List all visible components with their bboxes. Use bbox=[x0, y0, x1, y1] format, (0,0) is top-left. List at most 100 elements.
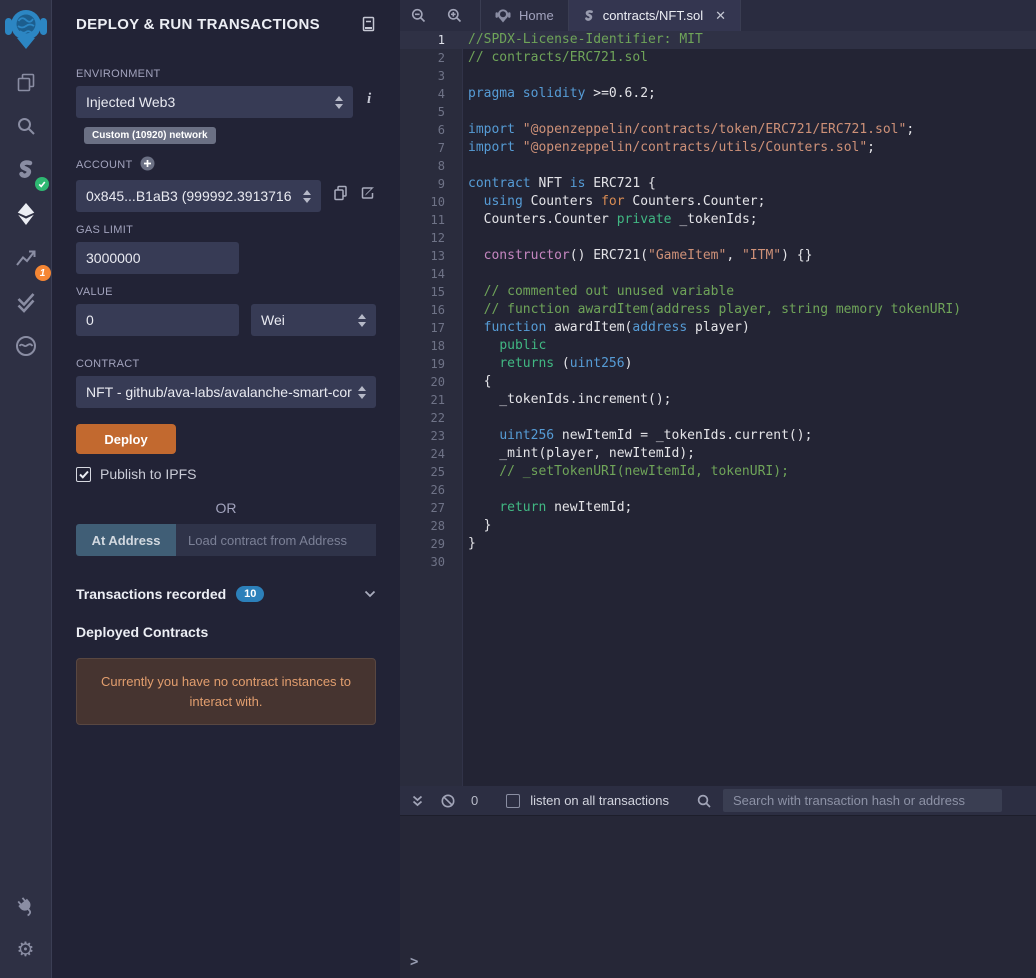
code-line[interactable]: 20 { bbox=[400, 373, 1036, 391]
line-number[interactable]: 2 bbox=[400, 49, 463, 67]
line-number[interactable]: 6 bbox=[400, 121, 463, 139]
line-number[interactable]: 4 bbox=[400, 85, 463, 103]
listen-all-transactions-checkbox[interactable] bbox=[506, 794, 520, 808]
value-input[interactable]: 0 bbox=[76, 304, 239, 336]
code-line[interactable]: 28 } bbox=[400, 517, 1036, 535]
line-number[interactable]: 25 bbox=[400, 463, 463, 481]
code-line[interactable]: 3 bbox=[400, 67, 1036, 85]
line-number[interactable]: 5 bbox=[400, 103, 463, 121]
line-number[interactable]: 23 bbox=[400, 427, 463, 445]
contract-select[interactable]: NFT - github/ava-labs/avalanche-smart-co… bbox=[76, 376, 376, 408]
code-line[interactable]: 14 bbox=[400, 265, 1036, 283]
line-number[interactable]: 29 bbox=[400, 535, 463, 553]
tab-contracts-nft-sol[interactable]: contracts/NFT.sol ✕ bbox=[569, 0, 741, 31]
line-number[interactable]: 21 bbox=[400, 391, 463, 409]
code-line[interactable]: 19 returns (uint256) bbox=[400, 355, 1036, 373]
line-number[interactable]: 28 bbox=[400, 517, 463, 535]
code-line[interactable]: 21 _tokenIds.increment(); bbox=[400, 391, 1036, 409]
gas-limit-input[interactable]: 3000000 bbox=[76, 242, 239, 274]
debugger-icon[interactable] bbox=[0, 324, 52, 368]
line-number[interactable]: 3 bbox=[400, 67, 463, 85]
line-number[interactable]: 22 bbox=[400, 409, 463, 427]
code-line[interactable]: 11 Counters.Counter private _tokenIds; bbox=[400, 211, 1036, 229]
code-line[interactable]: 8 bbox=[400, 157, 1036, 175]
code-line[interactable]: 24 _mint(player, newItemId); bbox=[400, 445, 1036, 463]
clear-console-icon[interactable] bbox=[441, 794, 455, 808]
account-select[interactable]: 0x845...B1aB3 (999992.3913716 bbox=[76, 180, 321, 212]
line-number[interactable]: 24 bbox=[400, 445, 463, 463]
line-number[interactable]: 9 bbox=[400, 175, 463, 193]
code-line[interactable]: 1//SPDX-License-Identifier: MIT bbox=[400, 31, 1036, 49]
tab-home[interactable]: Home bbox=[480, 0, 569, 31]
environment-select[interactable]: Injected Web3 bbox=[76, 86, 353, 118]
line-number[interactable]: 14 bbox=[400, 265, 463, 283]
deploy-and-run-icon[interactable] bbox=[0, 192, 52, 236]
at-address-button[interactable]: At Address bbox=[76, 524, 176, 556]
code-line[interactable]: 2// contracts/ERC721.sol bbox=[400, 49, 1036, 67]
code-line[interactable]: 18 public bbox=[400, 337, 1036, 355]
line-number[interactable]: 15 bbox=[400, 283, 463, 301]
code-line[interactable]: 22 bbox=[400, 409, 1036, 427]
code-line[interactable]: 13 constructor() ERC721("GameItem", "ITM… bbox=[400, 247, 1036, 265]
code-line[interactable]: 9contract NFT is ERC721 { bbox=[400, 175, 1036, 193]
settings-icon[interactable]: ⚙ bbox=[0, 928, 52, 972]
code-text: import "@openzeppelin/contracts/utils/Co… bbox=[463, 139, 875, 157]
line-number[interactable]: 30 bbox=[400, 553, 463, 571]
deploy-button[interactable]: Deploy bbox=[76, 424, 176, 454]
collapse-terminal-icon[interactable] bbox=[412, 795, 423, 807]
line-number[interactable]: 18 bbox=[400, 337, 463, 355]
search-icon[interactable] bbox=[0, 104, 52, 148]
line-number[interactable]: 1 bbox=[400, 31, 463, 49]
code-line[interactable]: 10 using Counters for Counters.Counter; bbox=[400, 193, 1036, 211]
code-line[interactable]: 17 function awardItem(address player) bbox=[400, 319, 1036, 337]
line-number[interactable]: 27 bbox=[400, 499, 463, 517]
code-line[interactable]: 25 // _setTokenURI(newItemId, tokenURI); bbox=[400, 463, 1036, 481]
line-number[interactable]: 7 bbox=[400, 139, 463, 157]
terminal-output[interactable]: > bbox=[400, 815, 1036, 978]
documentation-icon[interactable] bbox=[361, 16, 376, 32]
line-number[interactable]: 17 bbox=[400, 319, 463, 337]
code-line[interactable]: 23 uint256 newItemId = _tokenIds.current… bbox=[400, 427, 1036, 445]
at-address-input[interactable] bbox=[176, 524, 376, 556]
code-line[interactable]: 6import "@openzeppelin/contracts/token/E… bbox=[400, 121, 1036, 139]
value-unit-select[interactable]: Wei bbox=[251, 304, 376, 336]
line-number[interactable]: 13 bbox=[400, 247, 463, 265]
line-number[interactable]: 26 bbox=[400, 481, 463, 499]
plugin-manager-icon[interactable] bbox=[0, 884, 52, 928]
code-line[interactable]: 7import "@openzeppelin/contracts/utils/C… bbox=[400, 139, 1036, 157]
code-line[interactable]: 29} bbox=[400, 535, 1036, 553]
line-number[interactable]: 10 bbox=[400, 193, 463, 211]
line-number[interactable]: 8 bbox=[400, 157, 463, 175]
remix-logo[interactable] bbox=[5, 4, 47, 52]
code-line[interactable]: 26 bbox=[400, 481, 1036, 499]
code-line[interactable]: 4pragma solidity >=0.6.2; bbox=[400, 85, 1036, 103]
analytics-icon[interactable]: 1 bbox=[0, 236, 52, 280]
line-number[interactable]: 12 bbox=[400, 229, 463, 247]
line-number[interactable]: 20 bbox=[400, 373, 463, 391]
terminal-search-input[interactable] bbox=[723, 789, 1002, 812]
code-line[interactable]: 15 // commented out unused variable bbox=[400, 283, 1036, 301]
code-line[interactable]: 30 bbox=[400, 553, 1036, 571]
solidity-compiler-icon[interactable] bbox=[0, 148, 52, 192]
add-account-icon[interactable] bbox=[140, 156, 155, 174]
environment-info-icon[interactable]: i bbox=[367, 91, 371, 108]
line-number[interactable]: 11 bbox=[400, 211, 463, 229]
code-editor[interactable]: 1//SPDX-License-Identifier: MIT2// contr… bbox=[400, 31, 1036, 786]
publish-ipfs-checkbox[interactable] bbox=[76, 467, 91, 482]
close-tab-icon[interactable]: ✕ bbox=[715, 8, 726, 24]
code-line[interactable]: 12 bbox=[400, 229, 1036, 247]
transactions-recorded-label: Transactions recorded bbox=[76, 586, 226, 602]
code-line[interactable]: 5 bbox=[400, 103, 1036, 121]
zoom-out-icon[interactable] bbox=[400, 0, 436, 31]
copy-account-icon[interactable] bbox=[333, 185, 348, 201]
zoom-in-icon[interactable] bbox=[436, 0, 472, 31]
chevron-down-icon[interactable] bbox=[364, 590, 376, 598]
code-line[interactable]: 16 // function awardItem(address player,… bbox=[400, 301, 1036, 319]
contract-label: CONTRACT bbox=[76, 358, 376, 370]
line-number[interactable]: 16 bbox=[400, 301, 463, 319]
file-explorer-icon[interactable] bbox=[0, 60, 52, 104]
code-line[interactable]: 27 return newItemId; bbox=[400, 499, 1036, 517]
sign-message-icon[interactable] bbox=[360, 185, 376, 201]
solidity-unit-testing-icon[interactable] bbox=[0, 280, 52, 324]
line-number[interactable]: 19 bbox=[400, 355, 463, 373]
